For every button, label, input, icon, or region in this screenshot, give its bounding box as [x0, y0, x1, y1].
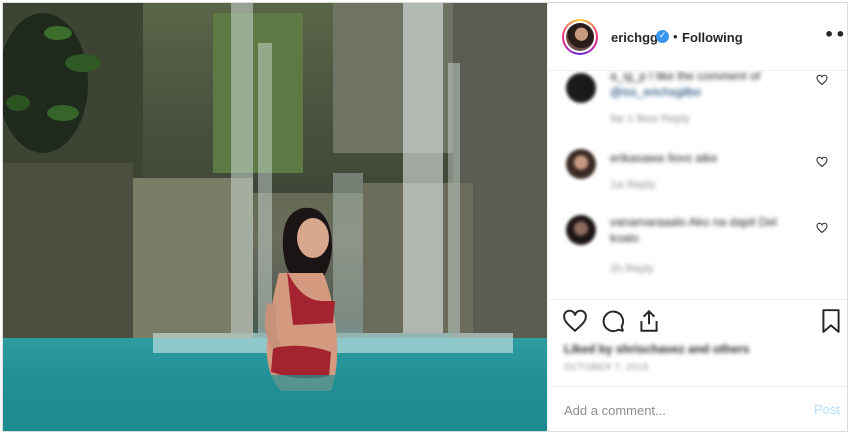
comment-meta[interactable]: 1w Reply [610, 179, 655, 191]
share-icon[interactable] [636, 308, 662, 334]
like-heart-icon[interactable] [562, 308, 588, 334]
verified-badge-icon: ✓ [656, 30, 669, 43]
heart-icon[interactable] [816, 74, 828, 86]
comment-text: erikasawa Ilovs aike [610, 151, 718, 165]
comment-text: vanamaraaalo Ako na dapit Del [610, 215, 777, 229]
likes-summary[interactable]: Liked by shrischavez and others [564, 342, 749, 356]
avatar[interactable] [562, 19, 598, 55]
post-date: OCTOBER 7, 2019 [564, 362, 649, 372]
comment-text: a_ig_p I like the comment of [610, 71, 761, 83]
post-side-panel: erichgg ✓ • Following ••• a_ig_p I like … [547, 3, 847, 431]
comment-meta[interactable]: 2h Reply [610, 263, 653, 275]
comment-avatar[interactable] [566, 149, 596, 179]
heart-icon[interactable] [816, 222, 828, 234]
heart-icon[interactable] [816, 156, 828, 168]
instagram-post: erichgg ✓ • Following ••• a_ig_p I like … [2, 2, 848, 432]
username-link[interactable]: erichgg [611, 30, 658, 45]
post-comment-button[interactable]: Post [814, 402, 840, 417]
person-figure [265, 207, 338, 391]
bookmark-icon[interactable] [818, 308, 844, 334]
post-photo[interactable] [3, 3, 547, 431]
comment-avatar[interactable] [566, 73, 596, 103]
add-comment-bar: Post [548, 386, 847, 431]
add-comment-input[interactable] [564, 401, 794, 419]
comment-avatar[interactable] [566, 215, 596, 245]
comment-meta[interactable]: 9w 1 likes Reply [610, 113, 689, 125]
comment-mention[interactable]: @iss_erichsgilbo [610, 85, 701, 99]
comments-list[interactable]: a_ig_p I like the comment of @iss_erichs… [548, 71, 847, 299]
waterfall-photo-image [3, 3, 547, 431]
separator-dot: • [673, 29, 678, 44]
following-button[interactable]: Following [682, 30, 743, 45]
more-options-icon[interactable]: ••• [824, 25, 847, 44]
comment-bubble-icon[interactable] [600, 308, 626, 334]
post-header: erichgg ✓ • Following ••• [548, 3, 847, 71]
comment-text-continued: koalo [610, 231, 639, 245]
post-actions: Liked by shrischavez and others OCTOBER … [548, 299, 847, 431]
